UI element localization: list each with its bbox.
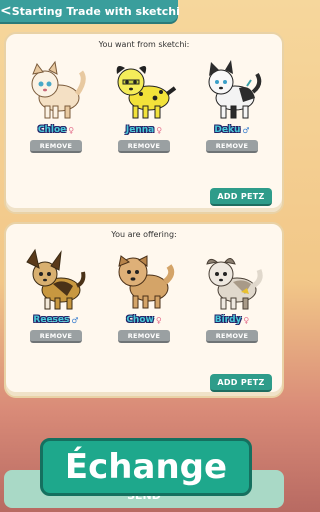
female-icon: ♀ [156, 125, 163, 135]
want-heading: You want from sketchi: [98, 40, 190, 49]
page-title: Starting Trade with sketchi [11, 4, 180, 18]
pet-image-birdy [206, 258, 263, 310]
female-icon: ♀ [243, 315, 250, 325]
remove-button[interactable]: REMOVE [30, 330, 82, 343]
offer-heading: You are offering: [111, 230, 177, 239]
pet-card[interactable]: Chloe ♀ REMOVE [16, 58, 96, 153]
offer-pet-row: Reeses ♂ REMOVE Chow ♀ REMOVE Birdy ♀ RE… [6, 248, 282, 343]
pet-name: Chow ♀ [126, 315, 162, 325]
female-icon: ♀ [68, 125, 75, 135]
add-petz-button[interactable]: ADD PETZ [210, 374, 272, 392]
pet-image-chow [118, 255, 175, 309]
pet-image-chloe [31, 60, 86, 119]
pet-card[interactable]: Reeses ♂ REMOVE [16, 248, 96, 343]
back-button[interactable]: < [0, 0, 12, 22]
pet-card[interactable]: Chow ♀ REMOVE [104, 248, 184, 343]
pet-card[interactable]: Jenna ♀ REMOVE [104, 58, 184, 153]
pet-image-deku [208, 60, 262, 119]
add-petz-button[interactable]: ADD PETZ [210, 188, 272, 206]
remove-button[interactable]: REMOVE [118, 330, 170, 343]
offer-panel: You are offering: Reeses ♂ REMOVE Chow ♀… [4, 222, 284, 398]
female-icon: ♀ [155, 315, 162, 325]
want-pet-row: Chloe ♀ REMOVE Jenna ♀ REMOVE Deku ♂ REM… [6, 58, 282, 153]
male-icon: ♂ [242, 125, 250, 135]
remove-button[interactable]: REMOVE [30, 140, 82, 153]
want-panel: You want from sketchi: Chloe ♀ REMOVE Je… [4, 32, 284, 214]
remove-button[interactable]: REMOVE [206, 330, 258, 343]
pet-card[interactable]: Deku ♂ REMOVE [192, 58, 272, 153]
remove-button[interactable]: REMOVE [206, 140, 258, 153]
pet-image-jenna [116, 66, 177, 119]
title-bar: < Starting Trade with sketchi [0, 0, 180, 22]
male-icon: ♂ [71, 315, 79, 325]
pet-card[interactable]: Birdy ♀ REMOVE [192, 248, 272, 343]
pet-name: Birdy ♀ [214, 315, 250, 325]
pet-name: Deku ♂ [214, 125, 250, 135]
pet-name: Chloe ♀ [37, 125, 75, 135]
pet-image-reeses [26, 248, 86, 310]
exchange-banner[interactable]: Échange [40, 438, 252, 496]
pet-name: Reeses ♂ [33, 315, 79, 325]
chevron-left-icon: < [0, 3, 12, 19]
remove-button[interactable]: REMOVE [118, 140, 170, 153]
pet-name: Jenna ♀ [125, 125, 163, 135]
